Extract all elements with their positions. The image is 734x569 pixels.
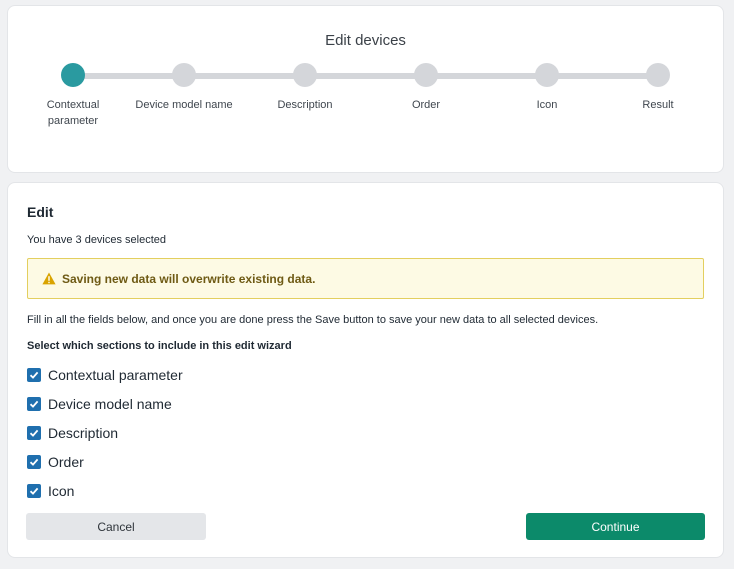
wizard-step-result[interactable]: Result (608, 63, 708, 113)
step-indicator (414, 63, 438, 87)
step-indicator (172, 63, 196, 87)
checkmark-icon[interactable] (27, 425, 41, 440)
checkmark-icon[interactable] (27, 396, 41, 411)
section-checkbox-list: Contextual parameter Device model name D… (27, 360, 183, 505)
checkbox-description[interactable]: Description (27, 418, 183, 447)
cancel-button[interactable]: Cancel (26, 513, 206, 540)
wizard-step-device-model-name[interactable]: Device model name (134, 63, 234, 113)
step-indicator (293, 63, 317, 87)
checkmark-icon[interactable] (27, 367, 41, 382)
continue-button[interactable]: Continue (526, 513, 705, 540)
checkbox-icon[interactable]: Icon (27, 476, 183, 505)
wizard-step-order[interactable]: Order (376, 63, 476, 113)
checkmark-icon[interactable] (27, 483, 41, 498)
sections-heading: Select which sections to include in this… (27, 340, 292, 352)
checkbox-contextual-parameter[interactable]: Contextual parameter (27, 360, 183, 389)
checkbox-label: Contextual parameter (48, 366, 183, 383)
checkbox-label: Order (48, 453, 84, 470)
checkbox-label: Device model name (48, 395, 172, 412)
step-indicator-active (61, 63, 85, 87)
step-indicator (646, 63, 670, 87)
step-label: Icon (536, 99, 558, 111)
wizard-step-icon[interactable]: Icon (497, 63, 597, 113)
step-label: Description (277, 99, 333, 111)
edit-card: Edit You have 3 devices selected Saving … (7, 182, 724, 558)
warning-banner: Saving new data will overwrite existing … (27, 258, 704, 299)
step-label: Device model name (135, 99, 233, 111)
step-label: Result (642, 99, 674, 111)
checkbox-label: Description (48, 424, 119, 441)
warning-triangle-icon (42, 272, 56, 285)
step-label: Order (411, 99, 441, 111)
wizard-step-description[interactable]: Description (255, 63, 355, 113)
wizard-progress-card: Edit devices Contextual parameter Device… (7, 5, 724, 173)
step-indicator (535, 63, 559, 87)
instructions-text: Fill in all the fields below, and once y… (27, 314, 599, 326)
warning-text: Saving new data will overwrite existing … (62, 271, 316, 286)
step-label: Contextual parameter (46, 99, 100, 127)
checkbox-order[interactable]: Order (27, 447, 183, 476)
selected-devices-text: You have 3 devices selected (27, 234, 167, 246)
wizard-title: Edit devices (325, 32, 406, 49)
checkbox-device-model-name[interactable]: Device model name (27, 389, 183, 418)
edit-heading: Edit (27, 204, 54, 220)
checkmark-icon[interactable] (27, 454, 41, 469)
checkbox-label: Icon (48, 482, 75, 499)
wizard-step-contextual-parameter[interactable]: Contextual parameter (23, 63, 123, 129)
